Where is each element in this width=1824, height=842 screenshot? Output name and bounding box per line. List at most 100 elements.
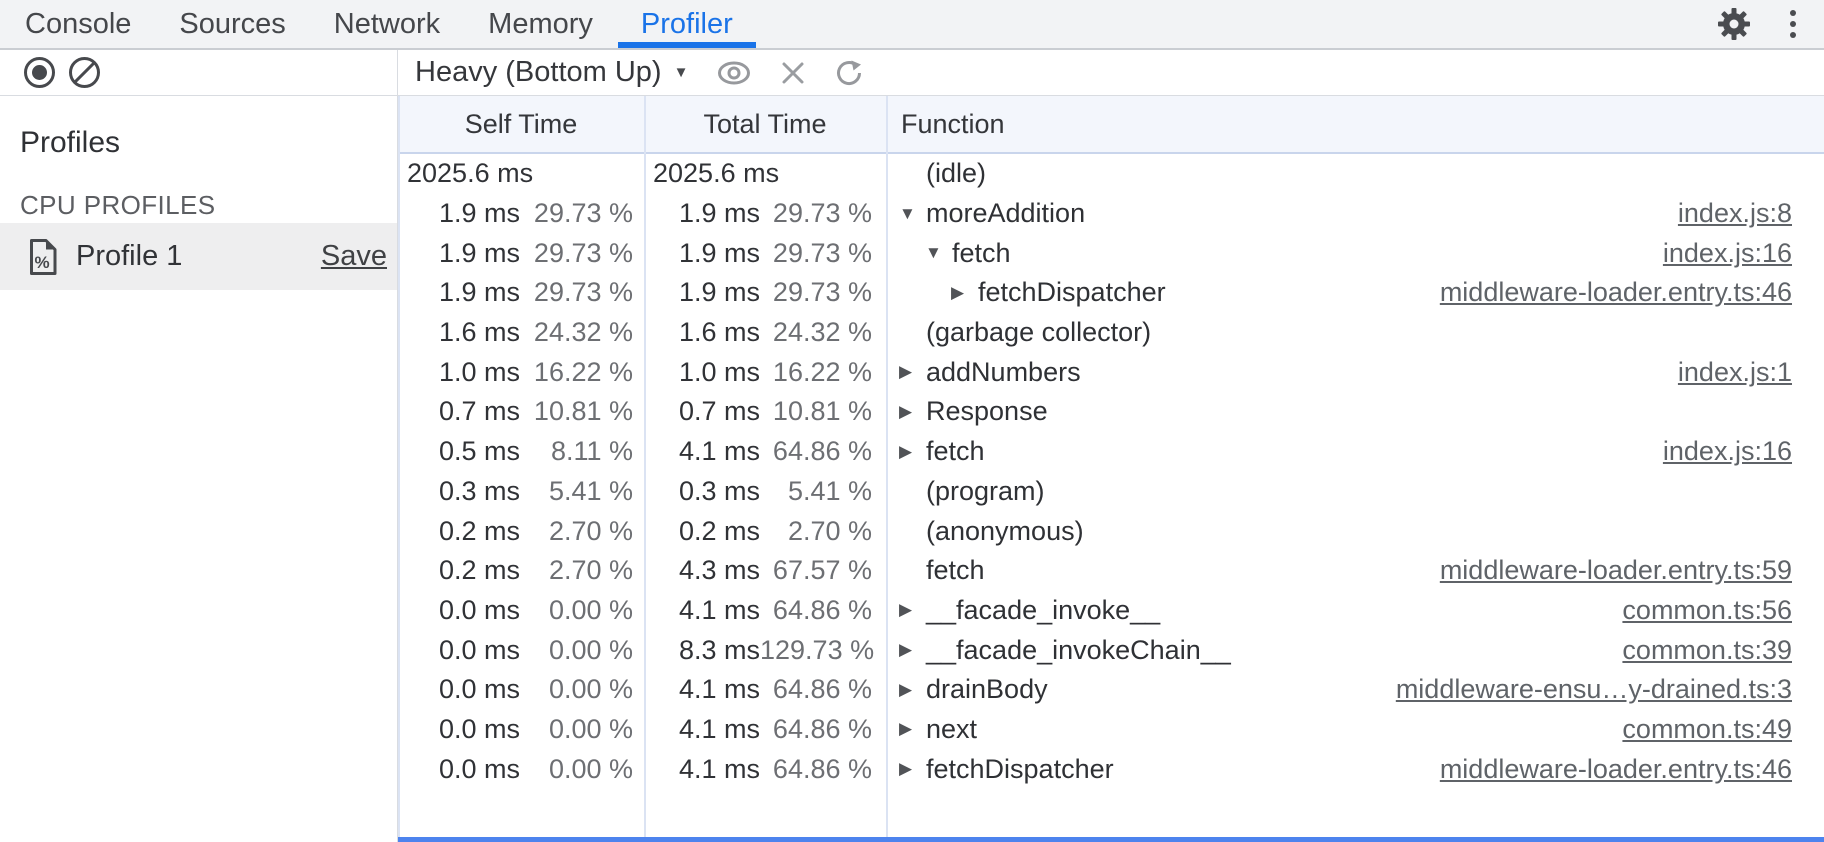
- profiler-toolbar-left: [0, 50, 398, 95]
- total-time-pct: 24.32 %: [760, 317, 872, 348]
- record-icon[interactable]: [24, 57, 55, 88]
- triangle-right-icon[interactable]: ▶: [899, 402, 926, 422]
- total-time-cell: 4.1 ms64.86 %: [644, 591, 886, 631]
- table-row[interactable]: 1.6 ms24.32 %1.6 ms24.32 %(garbage colle…: [398, 313, 1824, 353]
- self-time-cell: 0.0 ms0.00 %: [398, 591, 644, 631]
- self-time-pct: 8.11 %: [520, 436, 633, 467]
- self-time-ms: 0.2 ms: [398, 516, 520, 547]
- source-link[interactable]: index.js:16: [1643, 436, 1792, 467]
- function-name: (idle): [926, 158, 986, 189]
- total-time-cell: 4.1 ms64.86 %: [644, 670, 886, 710]
- source-link[interactable]: middleware-loader.entry.ts:46: [1420, 754, 1792, 785]
- source-link[interactable]: common.ts:56: [1602, 595, 1792, 626]
- table-row[interactable]: 0.0 ms0.00 %4.1 ms64.86 %▶__facade_invok…: [398, 591, 1824, 631]
- source-link[interactable]: index.js:8: [1658, 198, 1792, 229]
- table-row[interactable]: 2025.6 ms2025.6 ms(idle): [398, 154, 1824, 194]
- table-row[interactable]: 0.0 ms0.00 %4.1 ms64.86 %▶nextcommon.ts:…: [398, 710, 1824, 750]
- triangle-right-icon[interactable]: ▶: [899, 719, 926, 739]
- total-time-pct: 67.57 %: [760, 555, 872, 586]
- tab-network[interactable]: Network: [311, 0, 463, 48]
- profile-view-dropdown-label: Heavy (Bottom Up): [415, 56, 662, 89]
- triangle-right-icon[interactable]: ▶: [899, 362, 926, 382]
- total-time-cell: 1.9 ms29.73 %: [644, 273, 886, 313]
- triangle-down-icon[interactable]: ▼: [925, 243, 952, 263]
- triangle-right-icon[interactable]: ▶: [951, 283, 978, 303]
- x-icon[interactable]: [780, 60, 806, 86]
- self-time-cell: 0.3 ms5.41 %: [398, 472, 644, 512]
- function-name: fetch: [952, 238, 1011, 269]
- tab-memory[interactable]: Memory: [465, 0, 616, 48]
- total-time-ms: 1.0 ms: [644, 357, 760, 388]
- eye-icon[interactable]: [716, 60, 752, 86]
- total-time-pct: 5.41 %: [760, 476, 872, 507]
- gear-icon[interactable]: [1716, 6, 1752, 42]
- table-row[interactable]: 0.0 ms0.00 %4.1 ms64.86 %▶drainBodymiddl…: [398, 670, 1824, 710]
- total-time-pct: 64.86 %: [760, 754, 872, 785]
- column-header-self-time[interactable]: Self Time: [398, 96, 644, 152]
- table-row[interactable]: 1.9 ms29.73 %1.9 ms29.73 %▼fetchindex.js…: [398, 233, 1824, 273]
- function-name: (garbage collector): [926, 317, 1151, 348]
- self-time-cell: 1.9 ms29.73 %: [398, 273, 644, 313]
- three-dot-menu-icon[interactable]: [1786, 6, 1800, 42]
- table-row[interactable]: 0.7 ms10.81 %0.7 ms10.81 %▶Response: [398, 392, 1824, 432]
- tab-sources[interactable]: Sources: [156, 0, 308, 48]
- function-cell: fetchmiddleware-loader.entry.ts:59: [886, 551, 1824, 591]
- total-time-ms: 1.6 ms: [644, 317, 760, 348]
- table-row[interactable]: 1.9 ms29.73 %1.9 ms29.73 % ▶fetchDispatch…: [398, 273, 1824, 313]
- total-time-cell: 1.0 ms16.22 %: [644, 352, 886, 392]
- source-link[interactable]: index.js:16: [1643, 238, 1792, 269]
- function-cell: ▶__facade_invoke__common.ts:56: [886, 591, 1824, 631]
- table-row[interactable]: 1.0 ms16.22 %1.0 ms16.22 %▶addNumbersind…: [398, 352, 1824, 392]
- self-time-ms: 0.5 ms: [398, 436, 520, 467]
- self-time-ms: 2025.6 ms: [398, 158, 533, 189]
- column-header-function[interactable]: Function: [886, 96, 1824, 152]
- self-time-ms: 1.0 ms: [398, 357, 520, 388]
- profile-view-dropdown[interactable]: Heavy (Bottom Up) ▼: [415, 56, 688, 89]
- tab-console[interactable]: Console: [2, 0, 154, 48]
- triangle-right-icon[interactable]: ▶: [899, 640, 926, 660]
- table-row[interactable]: 0.2 ms2.70 %4.3 ms67.57 %fetchmiddleware…: [398, 551, 1824, 591]
- total-time-cell: 1.9 ms29.73 %: [644, 194, 886, 234]
- self-time-ms: 1.6 ms: [398, 317, 520, 348]
- horizontal-scrollbar[interactable]: [398, 837, 1824, 842]
- table-row[interactable]: 0.5 ms8.11 %4.1 ms64.86 %▶fetchindex.js:…: [398, 432, 1824, 472]
- triangle-right-icon[interactable]: ▶: [899, 600, 926, 620]
- source-link[interactable]: middleware-loader.entry.ts:46: [1420, 277, 1792, 308]
- source-link[interactable]: middleware-loader.entry.ts:59: [1420, 555, 1792, 586]
- function-name: drainBody: [926, 674, 1048, 705]
- total-time-ms: 4.1 ms: [644, 674, 760, 705]
- total-time-pct: 64.86 %: [760, 714, 872, 745]
- total-time-pct: 29.73 %: [760, 238, 872, 269]
- sidebar-item-profile-1[interactable]: % Profile 1 Save: [0, 223, 397, 290]
- save-link[interactable]: Save: [321, 240, 387, 273]
- function-name: addNumbers: [926, 357, 1081, 388]
- source-link[interactable]: index.js:1: [1658, 357, 1792, 388]
- triangle-right-icon[interactable]: ▶: [899, 442, 926, 462]
- triangle-down-icon[interactable]: ▼: [899, 204, 926, 224]
- total-time-pct: 2.70 %: [760, 516, 872, 547]
- column-header-total-time[interactable]: Total Time: [644, 96, 886, 152]
- column-divider[interactable]: [644, 96, 646, 842]
- profile-name: Profile 1: [76, 240, 182, 273]
- table-row[interactable]: 0.2 ms2.70 %0.2 ms2.70 %(anonymous): [398, 511, 1824, 551]
- table-row[interactable]: 0.0 ms0.00 %8.3 ms129.73 %▶__facade_invo…: [398, 630, 1824, 670]
- clear-all-icon[interactable]: [69, 57, 100, 88]
- source-link[interactable]: common.ts:49: [1602, 714, 1792, 745]
- self-time-pct: 24.32 %: [520, 317, 633, 348]
- triangle-right-icon[interactable]: ▶: [899, 759, 926, 779]
- triangle-right-icon[interactable]: ▶: [899, 680, 926, 700]
- percent-document-icon: %: [28, 238, 58, 276]
- refresh-icon[interactable]: [834, 58, 864, 88]
- function-cell: (idle): [886, 154, 1824, 194]
- source-link[interactable]: middleware-ensu…y-drained.ts:3: [1376, 674, 1792, 705]
- table-row[interactable]: 1.9 ms29.73 %1.9 ms29.73 %▼moreAdditioni…: [398, 194, 1824, 234]
- source-link[interactable]: common.ts:39: [1602, 635, 1792, 666]
- table-row[interactable]: 0.0 ms0.00 %4.1 ms64.86 %▶fetchDispatche…: [398, 749, 1824, 789]
- self-time-pct: 2.70 %: [520, 555, 633, 586]
- table-row[interactable]: 0.3 ms5.41 %0.3 ms5.41 %(program): [398, 472, 1824, 512]
- self-time-pct: 0.00 %: [520, 754, 633, 785]
- function-name: fetchDispatcher: [978, 277, 1166, 308]
- total-time-pct: 29.73 %: [760, 198, 872, 229]
- column-divider[interactable]: [886, 96, 888, 842]
- tab-profiler[interactable]: Profiler: [618, 0, 756, 48]
